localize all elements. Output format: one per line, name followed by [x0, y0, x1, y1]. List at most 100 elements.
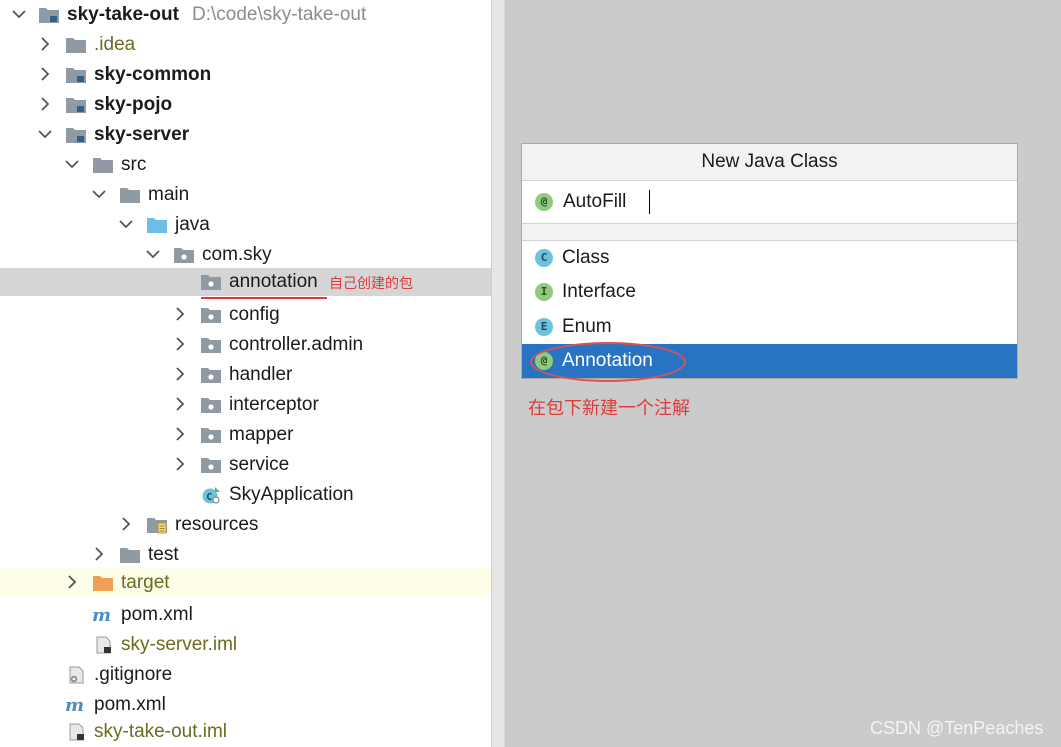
- option-label: Class: [562, 247, 610, 268]
- source-folder-icon: [146, 216, 168, 234]
- tree-item-label: pom.xml: [94, 694, 166, 715]
- class-icon: C: [535, 249, 553, 267]
- chevron-right-icon[interactable]: [173, 457, 187, 471]
- module-folder-icon: [65, 96, 87, 114]
- tree-row-handler[interactable]: handler: [0, 360, 505, 390]
- tree-item-label: interceptor: [229, 394, 319, 415]
- resources-folder-icon: [146, 516, 168, 534]
- tree-row-config[interactable]: config: [0, 300, 505, 330]
- chevron-right-icon[interactable]: [38, 97, 52, 111]
- tree-item-label: resources: [175, 514, 259, 535]
- tree-row-sky-common[interactable]: sky-common: [0, 60, 505, 90]
- annotation-type-icon: @: [535, 193, 553, 211]
- excluded-folder-icon: [92, 574, 114, 592]
- package-icon: [200, 426, 222, 444]
- tree-item-label: controller.admin: [229, 334, 364, 355]
- chevron-right-icon[interactable]: [38, 37, 52, 51]
- folder-icon: [92, 156, 114, 174]
- kind-option-enum[interactable]: E Enum: [522, 310, 1017, 344]
- tree-item-label: mapper: [229, 424, 294, 445]
- tree-item-label: .idea: [94, 34, 136, 55]
- chevron-right-icon[interactable]: [65, 575, 79, 589]
- tree-row-sky-pojo[interactable]: sky-pojo: [0, 90, 505, 120]
- package-icon: [200, 366, 222, 384]
- red-highlight-ellipse: [530, 342, 686, 382]
- tree-item-label: sky-server.iml: [121, 634, 238, 655]
- dialog-title: New Java Class: [522, 144, 1017, 181]
- tree-row-mapper[interactable]: mapper: [0, 420, 505, 450]
- chevron-right-icon[interactable]: [173, 397, 187, 411]
- tree-row-interceptor[interactable]: interceptor: [0, 390, 505, 420]
- package-note: 自己创建的包: [329, 275, 413, 291]
- class-name-input[interactable]: @ AutoFill: [522, 181, 1017, 224]
- chevron-down-icon[interactable]: [92, 187, 106, 201]
- chevron-down-icon[interactable]: [38, 127, 52, 141]
- tree-row-com-sky[interactable]: com.sky: [0, 240, 505, 270]
- tree-row-server-pom[interactable]: pom.xml: [0, 600, 505, 630]
- module-folder-icon: [65, 126, 87, 144]
- tree-row-server-iml[interactable]: sky-server.iml: [0, 630, 505, 660]
- tree-row-resources[interactable]: resources: [0, 510, 505, 540]
- folder-icon: [119, 546, 141, 564]
- tree-item-label: handler: [229, 364, 293, 385]
- chevron-right-icon[interactable]: [119, 517, 133, 531]
- tree-row-controller-admin[interactable]: controller.admin: [0, 330, 505, 360]
- tree-row-gitignore[interactable]: .gitignore: [0, 660, 505, 690]
- chevron-right-icon[interactable]: [173, 367, 187, 381]
- kind-option-class[interactable]: C Class: [522, 241, 1017, 275]
- tree-item-label: annotation: [229, 271, 318, 292]
- module-folder-icon: [38, 6, 60, 24]
- tree-item-label: config: [229, 304, 280, 325]
- chevron-right-icon[interactable]: [92, 547, 106, 561]
- tree-row-annotation[interactable]: annotation 自己创建的包: [0, 268, 505, 296]
- text-caret: [649, 190, 650, 214]
- tree-row-target[interactable]: target: [0, 567, 505, 597]
- dialog-separator: [522, 224, 1017, 241]
- tree-item-label: com.sky: [202, 244, 272, 265]
- chevron-down-icon[interactable]: [146, 247, 160, 261]
- chevron-right-icon[interactable]: [173, 337, 187, 351]
- tree-item-label: sky-take-out.iml: [94, 721, 228, 742]
- option-label: Enum: [562, 316, 612, 337]
- chevron-right-icon[interactable]: [173, 307, 187, 321]
- tree-row-idea[interactable]: .idea: [0, 30, 505, 60]
- spring-class-icon: [200, 486, 222, 504]
- tree-row-sky-server[interactable]: sky-server: [0, 120, 505, 150]
- tree-item-label: .gitignore: [94, 664, 173, 685]
- class-name-value[interactable]: AutoFill: [563, 190, 626, 214]
- interface-icon: I: [535, 283, 553, 301]
- tree-item-label: sky-server: [94, 124, 190, 145]
- chevron-right-icon[interactable]: [38, 67, 52, 81]
- panel-splitter[interactable]: [491, 0, 505, 747]
- project-name: sky-take-out: [67, 4, 179, 25]
- maven-icon: [92, 606, 114, 624]
- project-path: D:\code\sky-take-out: [192, 4, 367, 25]
- tree-item-label: service: [229, 454, 290, 475]
- package-icon: [173, 246, 195, 264]
- package-icon: [200, 273, 222, 291]
- tree-row-root-pom[interactable]: pom.xml: [0, 690, 505, 720]
- chevron-down-icon[interactable]: [119, 217, 133, 231]
- tree-row-service[interactable]: service: [0, 450, 505, 480]
- tree-item-label: target: [121, 572, 170, 593]
- package-icon: [200, 396, 222, 414]
- kind-option-interface[interactable]: I Interface: [522, 275, 1017, 309]
- iml-file-icon: [92, 636, 114, 654]
- package-icon: [200, 306, 222, 324]
- chevron-right-icon[interactable]: [173, 427, 187, 441]
- dialog-note: 在包下新建一个注解: [528, 398, 690, 418]
- chevron-down-icon[interactable]: [12, 7, 26, 21]
- tree-item-label: SkyApplication: [229, 484, 354, 505]
- tree-row-java[interactable]: java: [0, 210, 505, 240]
- iml-file-icon: [65, 723, 87, 741]
- maven-icon: [65, 696, 87, 714]
- tree-row-test[interactable]: test: [0, 540, 505, 570]
- tree-row-project-root[interactable]: sky-take-out D:\code\sky-take-out: [0, 0, 505, 30]
- tree-item-label: java: [175, 214, 210, 235]
- gitignore-file-icon: [65, 666, 87, 684]
- chevron-down-icon[interactable]: [65, 157, 79, 171]
- tree-row-sky-application[interactable]: SkyApplication: [0, 480, 505, 510]
- tree-row-main[interactable]: main: [0, 180, 505, 210]
- tree-row-root-iml[interactable]: sky-take-out.iml: [0, 717, 505, 747]
- tree-row-src[interactable]: src: [0, 150, 505, 180]
